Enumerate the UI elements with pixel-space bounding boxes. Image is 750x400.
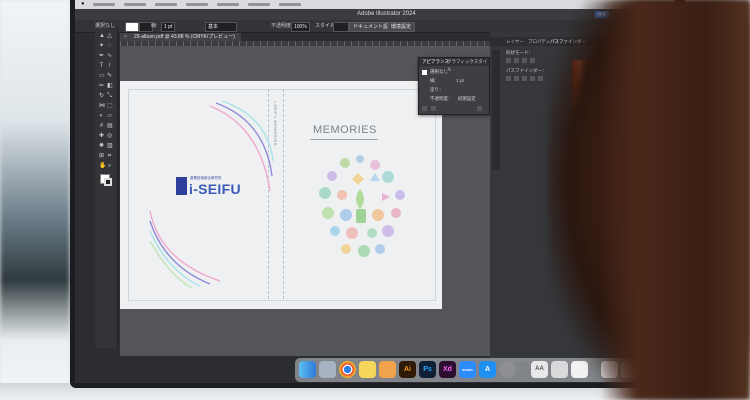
opacity-field[interactable]: 100%: [291, 22, 310, 32]
appearance-stroke-label: 線：: [430, 78, 439, 83]
merge-icon[interactable]: [522, 76, 527, 81]
appearance-opacity-value: 初期設定: [457, 96, 476, 101]
photoshop-icon[interactable]: Ps: [419, 361, 436, 378]
document-tab-label: 29-album.pdf @ 43.88 % (CMYK/プレビュー): [134, 34, 235, 40]
tab-graphic-styles[interactable]: グラフィックスタイル: [447, 58, 489, 74]
appearance-panel: アピアランス グラフィックスタイル 選択なし 線： 1 pt 塗り： 不透明度：…: [418, 57, 490, 115]
document-tab[interactable]: × 29-album.pdf @ 43.88 % (CMYK/プレビュー): [120, 33, 241, 41]
background-blur-left: [0, 0, 70, 400]
curvature-tool-icon[interactable]: ∿: [107, 53, 112, 59]
graph-icon[interactable]: ▥: [107, 143, 113, 149]
rotate-icon[interactable]: ↻: [99, 93, 104, 99]
finder-icon[interactable]: [299, 361, 316, 378]
decor-curve-purple-bottom: [149, 220, 211, 285]
person-hair-edge: [600, 0, 750, 400]
illustrator-icon[interactable]: Ai: [399, 361, 416, 378]
unite-icon[interactable]: [506, 58, 511, 63]
appearance-opacity-label: 不透明度：: [430, 96, 453, 101]
fill-swatch[interactable]: [125, 22, 139, 32]
magic-wand-icon[interactable]: ✦: [99, 43, 104, 49]
exclude-icon[interactable]: [530, 58, 535, 63]
outline-icon[interactable]: [538, 76, 543, 81]
artboard-tool-icon[interactable]: ⊞: [99, 153, 104, 159]
brush-select[interactable]: 基本: [205, 22, 237, 32]
line-tool-icon[interactable]: /: [107, 63, 112, 69]
appearance-title: 選択なし: [430, 69, 448, 74]
appearance-opacity-row[interactable]: 不透明度： 初期設定: [430, 96, 476, 102]
direct-selection-tool-icon[interactable]: △: [107, 33, 112, 39]
mesh-icon[interactable]: #: [99, 123, 104, 129]
font-icon[interactable]: AA: [531, 361, 548, 378]
opacity-label: 不透明度:: [271, 23, 293, 29]
preferences-button[interactable]: 環境設定: [387, 22, 416, 32]
logo-text: i-SEIFU: [189, 181, 241, 197]
divide-icon[interactable]: [506, 76, 511, 81]
hand-tool-icon[interactable]: ✋: [99, 163, 106, 169]
stroke-weight-field[interactable]: 1 pt: [161, 22, 176, 32]
blend-icon[interactable]: ◎: [107, 133, 112, 139]
trim-icon[interactable]: [514, 76, 519, 81]
appearance-fill-row[interactable]: 塗り：: [430, 87, 444, 93]
shape-mode-label: 形状モード：: [506, 50, 533, 55]
cover-artwork: [149, 100, 405, 289]
rectangle-tool-icon[interactable]: ▭: [99, 73, 105, 79]
minus-front-icon[interactable]: [514, 58, 519, 63]
width-tool-icon[interactable]: ⋈: [99, 103, 105, 109]
perspective-icon[interactable]: ▱: [107, 113, 112, 119]
appstore-icon[interactable]: A: [479, 361, 496, 378]
pen-tool-icon[interactable]: ✒: [99, 53, 104, 59]
logo-mark: [176, 177, 187, 195]
eyedropper-icon[interactable]: ✚: [99, 133, 104, 139]
shape-builder-icon[interactable]: ◐: [99, 113, 104, 119]
gradient-icon[interactable]: ▤: [107, 123, 113, 129]
type-tool-icon[interactable]: T: [99, 63, 104, 69]
zoom-icon[interactable]: zoom: [459, 361, 476, 378]
lasso-icon[interactable]: ◌: [107, 43, 112, 49]
scale-icon[interactable]: ⤡: [107, 93, 112, 99]
pages-icon[interactable]: [379, 361, 396, 378]
add-new-fill-icon[interactable]: [431, 106, 436, 111]
pathfinders-label: パスファインダー：: [506, 68, 547, 73]
style-select[interactable]: [333, 22, 349, 32]
paintbrush-icon[interactable]: ✎: [107, 73, 112, 79]
launchpad-icon[interactable]: [319, 361, 336, 378]
menu-items[interactable]: [93, 0, 301, 6]
panel-icon-strip: [492, 50, 500, 170]
slice-icon[interactable]: ⌗: [107, 153, 112, 159]
intersect-icon[interactable]: [522, 58, 527, 63]
chrome-icon[interactable]: [339, 361, 356, 378]
add-new-stroke-icon[interactable]: [422, 106, 427, 111]
memories-title: MEMORIES: [313, 124, 377, 136]
stroke-label: 線:: [151, 23, 158, 29]
memories-underline: [310, 139, 378, 140]
stroke-color-swatch[interactable]: [104, 178, 112, 186]
pencil-icon[interactable]: ✏: [99, 83, 104, 89]
tab-properties[interactable]: プロパティ: [528, 37, 550, 46]
appearance-panel-tabs: アピアランス グラフィックスタイル: [419, 58, 489, 72]
delete-icon[interactable]: [477, 106, 482, 111]
selection-tool-icon[interactable]: ▲: [99, 33, 105, 39]
free-transform-icon[interactable]: ⬚: [107, 103, 113, 109]
zoom-tool-icon[interactable]: ⌕: [107, 163, 112, 169]
artboard[interactable]: i-SEIFU MEMORIES 産業技術総合研究所 i-SEIFU MEMOR…: [120, 81, 442, 309]
close-tab-icon[interactable]: ×: [124, 33, 127, 41]
tools-panel: ▲ △ ✦ ◌ ✒ ∿ T / ▭ ✎ ✏ ◧ ↻ ⤡ ⋈ ⬚ ◐ ▱ # ▤ …: [95, 28, 118, 348]
symbol-sprayer-icon[interactable]: ✺: [99, 143, 104, 149]
xd-icon[interactable]: Xd: [439, 361, 456, 378]
decor-curve-cyan-top: [221, 100, 274, 162]
tab-layers[interactable]: レイヤー: [506, 37, 524, 46]
appearance-stroke-row[interactable]: 線： 1 pt: [430, 78, 464, 84]
appearance-stroke-value: 1 pt: [456, 78, 464, 83]
memories-illustration: [319, 155, 405, 257]
document-tabbar: × 29-album.pdf @ 43.88 % (CMYK/プレビュー): [120, 33, 480, 41]
appearance-fill-icon: [422, 70, 427, 75]
tab-appearance[interactable]: アピアランス: [422, 58, 449, 66]
crop-icon[interactable]: [530, 76, 535, 81]
apple-icon[interactable]: ●: [81, 0, 85, 9]
window-title: Adobe Illustrator 2024: [357, 11, 416, 17]
settings-icon[interactable]: [499, 361, 516, 378]
eraser-icon[interactable]: ◧: [107, 83, 113, 89]
notes-icon[interactable]: [359, 361, 376, 378]
